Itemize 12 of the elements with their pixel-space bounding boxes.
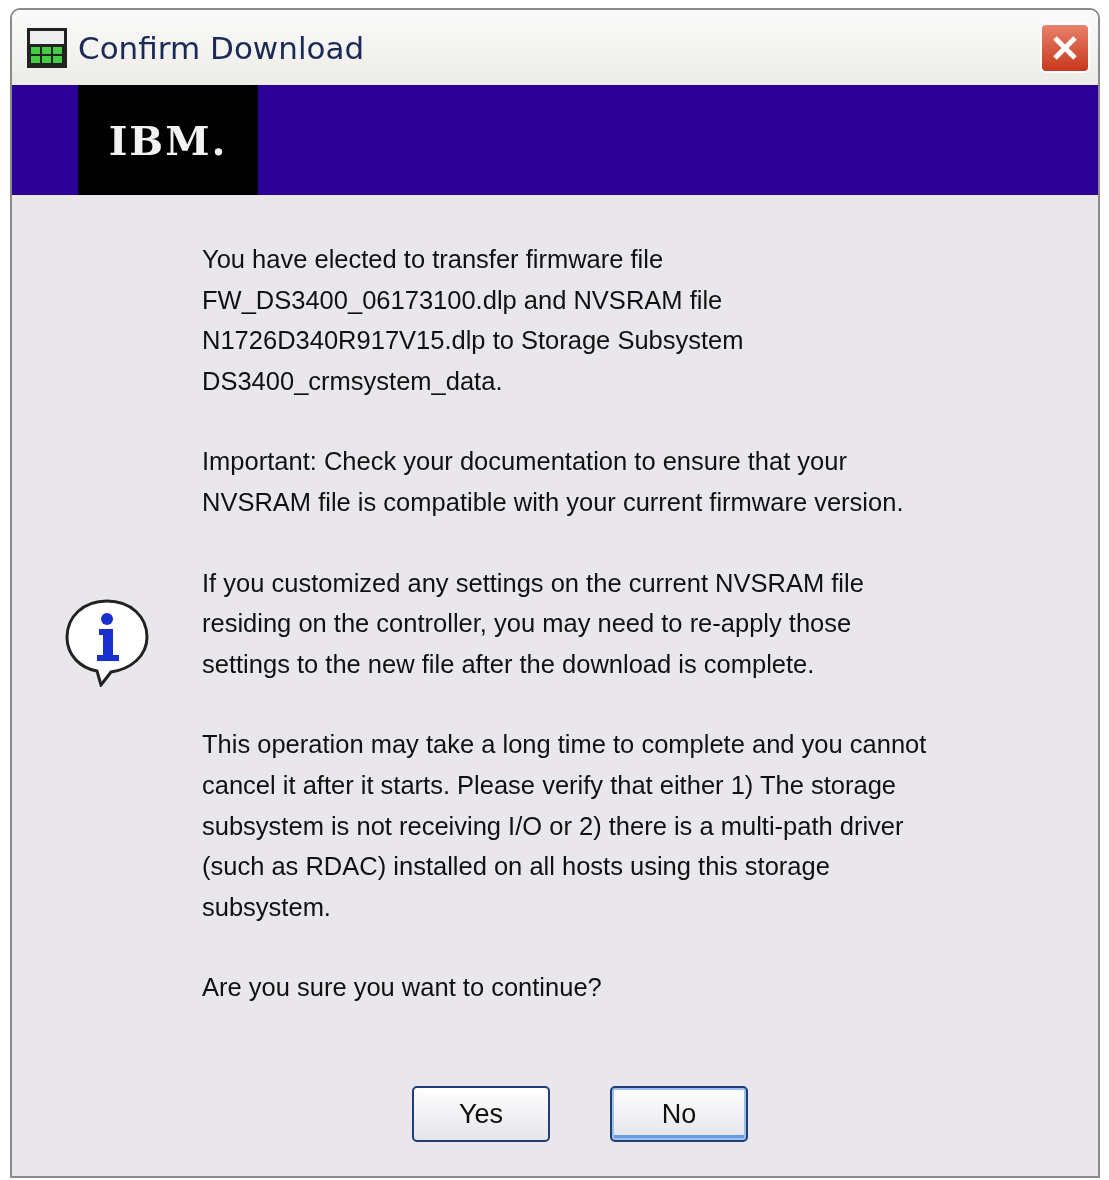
message-paragraph: Are you sure you want to continue? (202, 972, 603, 1004)
message-paragraph: Important: Check your documentation to ensure that your NVSRAM file is compatible with your current firmware version. (202, 446, 905, 518)
logo: IBM. (108, 116, 228, 164)
message-paragraph: You have elected to transfer firmware file FW_DS3400_06173100.dlp and NVSRAM file N1726D340R917V15.dlp to Storage Subsystem DS3400_crmsystem_data. (202, 244, 745, 397)
message-paragraph: If you customized any settings on the current NVSRAM file residing on the controller, you may need to re-apply those settings to the new file after the download is complete. (202, 567, 865, 680)
yes-button[interactable]: Yes (412, 1086, 550, 1142)
close-icon (1051, 33, 1079, 62)
message-paragraph: This operation may take a long time to complete and you cannot cancel it after it starts. Please verify that either 1) The storage subsystem is not receiving I/O or 2) there is a multi-path driver (such as RDAC) installed on all hosts using this storage subsystem. (202, 729, 927, 923)
close-button[interactable] (1040, 22, 1090, 73)
no-button[interactable]: No (610, 1086, 748, 1142)
window-title: Confirm Download (78, 29, 366, 66)
grid-icon (26, 26, 68, 69)
